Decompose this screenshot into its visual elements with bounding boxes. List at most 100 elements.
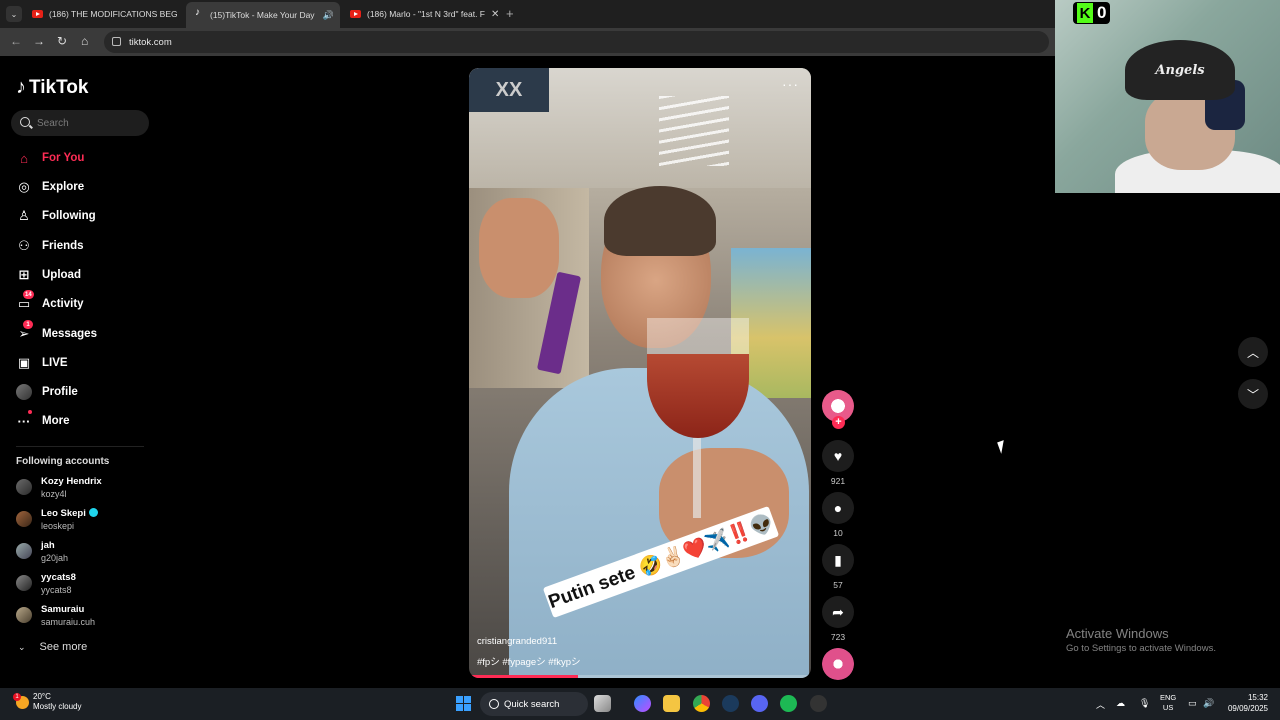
sidebar-item-label: Upload — [42, 269, 81, 281]
onedrive-icon[interactable]: ☁ — [1116, 698, 1125, 709]
copilot-icon[interactable] — [634, 695, 651, 712]
account-name: Leo Skepi — [41, 508, 98, 520]
tab-title: (15)TikTok - Make Your Day — [210, 10, 315, 20]
sidebar-item-more[interactable]: ··· More — [16, 410, 70, 431]
follow-button[interactable]: + — [832, 416, 845, 429]
tiktok-icon: ♪ — [16, 76, 26, 98]
following-account-item[interactable]: jah g20jah — [16, 540, 68, 564]
close-icon[interactable]: ✕ — [178, 9, 185, 20]
video-player[interactable]: XX ··· Putin sete 🤣✌🏻❤️✈️‼️👽 cristiangra… — [469, 68, 811, 678]
speaker-icon[interactable]: 🔊 — [323, 10, 334, 21]
sidebar-item-activity[interactable]: ▭ 14 Activity — [16, 290, 84, 314]
video-hashtags[interactable]: #fpシ #fypageシ #fkypシ — [477, 654, 581, 668]
close-icon[interactable]: ✕ — [485, 9, 498, 20]
back-icon[interactable]: ← — [10, 34, 22, 48]
sidebar-item-label: Friends — [42, 240, 84, 252]
sidebar-item-for-you[interactable]: ⌂ For You — [16, 148, 84, 168]
new-tab-button[interactable]: + — [506, 6, 514, 21]
sidebar-item-label: More — [42, 415, 70, 427]
url-input[interactable]: tiktok.com — [104, 31, 1049, 53]
site-info-icon[interactable] — [112, 37, 121, 46]
weather-badge: 1 — [13, 692, 21, 701]
save-button[interactable]: ▮ — [822, 544, 854, 576]
comment-icon: ● — [833, 500, 843, 516]
file-explorer-icon[interactable] — [663, 695, 680, 712]
url-text: tiktok.com — [129, 36, 172, 48]
tray-overflow-icon[interactable]: ︿ — [1096, 698, 1105, 711]
weather-condition: Mostly cloudy — [33, 702, 82, 711]
network-icon[interactable]: ▭ — [1188, 698, 1197, 709]
forward-icon[interactable]: → — [33, 34, 45, 48]
account-name: Samuraiu — [41, 604, 85, 615]
taskbar-search[interactable]: Quick search — [480, 692, 588, 716]
microphone-icon[interactable]: 🎙 — [1139, 698, 1150, 709]
video-progress-bar[interactable] — [469, 675, 811, 678]
sidebar-item-following[interactable]: ♙ Following — [16, 206, 96, 226]
video-frame-wine-glass — [647, 318, 749, 438]
mouse-cursor-icon — [997, 440, 1008, 454]
weather-widget[interactable]: 1 20°C Mostly cloudy — [13, 692, 82, 712]
video-more-icon[interactable]: ··· — [782, 76, 799, 92]
weather-temp: 20°C — [33, 692, 51, 701]
following-account-item[interactable]: yycats8 yycats8 — [16, 572, 76, 596]
heart-icon: ♥ — [833, 448, 843, 464]
music-disc-icon[interactable] — [822, 648, 854, 680]
volume-icon[interactable]: 🔊 — [1203, 698, 1214, 709]
see-more-button[interactable]: ⌄ See more — [18, 641, 87, 653]
account-name: Kozy Hendrix — [41, 476, 102, 487]
video-frame-person-hair — [604, 186, 716, 256]
share-button[interactable]: ➦ — [822, 596, 854, 628]
sidebar-item-label: Following — [42, 210, 96, 222]
sidebar-item-friends[interactable]: ⚇ Friends — [16, 236, 84, 256]
following-account-item[interactable]: Kozy Hendrix kozy4l — [16, 476, 102, 500]
close-icon[interactable]: ✕ — [334, 10, 341, 21]
home-icon[interactable]: ⌂ — [81, 34, 88, 48]
youtube-icon — [32, 10, 43, 18]
account-handle: yycats8 — [41, 585, 72, 595]
sidebar-item-upload[interactable]: ⊞ Upload — [16, 265, 81, 285]
comment-button[interactable]: ● — [822, 492, 854, 524]
language-indicator[interactable]: ENG US — [1160, 693, 1176, 713]
following-account-item[interactable]: Leo Skepi leoskepi — [16, 508, 98, 532]
like-count: 921 — [830, 476, 846, 486]
following-account-item[interactable]: Samuraiu samuraiu.cuh — [16, 604, 95, 628]
chrome-icon[interactable] — [693, 695, 710, 712]
windows-start-icon[interactable] — [456, 696, 471, 711]
bookmark-icon: ▮ — [834, 551, 842, 568]
tab-tiktok[interactable]: (15)TikTok - Make Your Day 🔊 ✕ — [186, 2, 340, 28]
more-icon: ··· — [16, 410, 32, 429]
share-count: 723 — [830, 632, 846, 642]
spotify-icon[interactable] — [780, 695, 797, 712]
sidebar-item-explore[interactable]: ◎ Explore — [16, 177, 84, 197]
obs-icon[interactable] — [810, 695, 827, 712]
live-icon: ▣ — [17, 355, 31, 370]
tab-title: (186) THE MODIFICATIONS BEG — [49, 9, 178, 19]
tiktok-logo[interactable]: ♪ TikTok — [16, 76, 88, 99]
tab-title: (186) Marlo - "1st N 3rd" feat. F — [367, 9, 485, 19]
sidebar-item-live[interactable]: ▣ LIVE — [16, 353, 68, 373]
logo-text: TikTok — [29, 76, 89, 98]
tab-youtube-2[interactable]: (186) Marlo - "1st N 3rd" feat. F ✕ — [342, 3, 498, 25]
reload-icon[interactable]: ↻ — [57, 34, 67, 48]
account-handle: leoskepi — [41, 521, 75, 531]
save-count: 57 — [833, 580, 843, 590]
like-button[interactable]: ♥ — [822, 440, 854, 472]
profile-avatar — [16, 384, 32, 400]
upload-icon: ⊞ — [18, 267, 30, 282]
video-author[interactable]: cristiangranded911 — [477, 636, 557, 647]
task-view-icon[interactable] — [594, 695, 611, 712]
account-handle: samuraiu.cuh — [41, 617, 96, 627]
search-input[interactable]: Search — [11, 110, 149, 136]
tab-list-dropdown[interactable]: ⌄ — [6, 6, 22, 22]
video-frame-lights — [659, 96, 729, 166]
sidebar-item-messages[interactable]: ➢ 1 Messages — [16, 320, 97, 344]
next-video-button[interactable]: ﹀ — [1238, 379, 1268, 409]
steam-icon[interactable] — [722, 695, 739, 712]
chevron-down-icon: ⌄ — [18, 641, 26, 652]
clock-date: 09/09/2025 — [1227, 704, 1268, 713]
clock[interactable]: 15:32 09/09/2025 — [1226, 692, 1268, 714]
tab-youtube-1[interactable]: (186) THE MODIFICATIONS BEG ✕ — [24, 3, 184, 25]
previous-video-button[interactable]: ︿ — [1238, 337, 1268, 367]
sidebar-item-profile[interactable]: Profile — [16, 382, 78, 402]
discord-icon[interactable] — [751, 695, 768, 712]
